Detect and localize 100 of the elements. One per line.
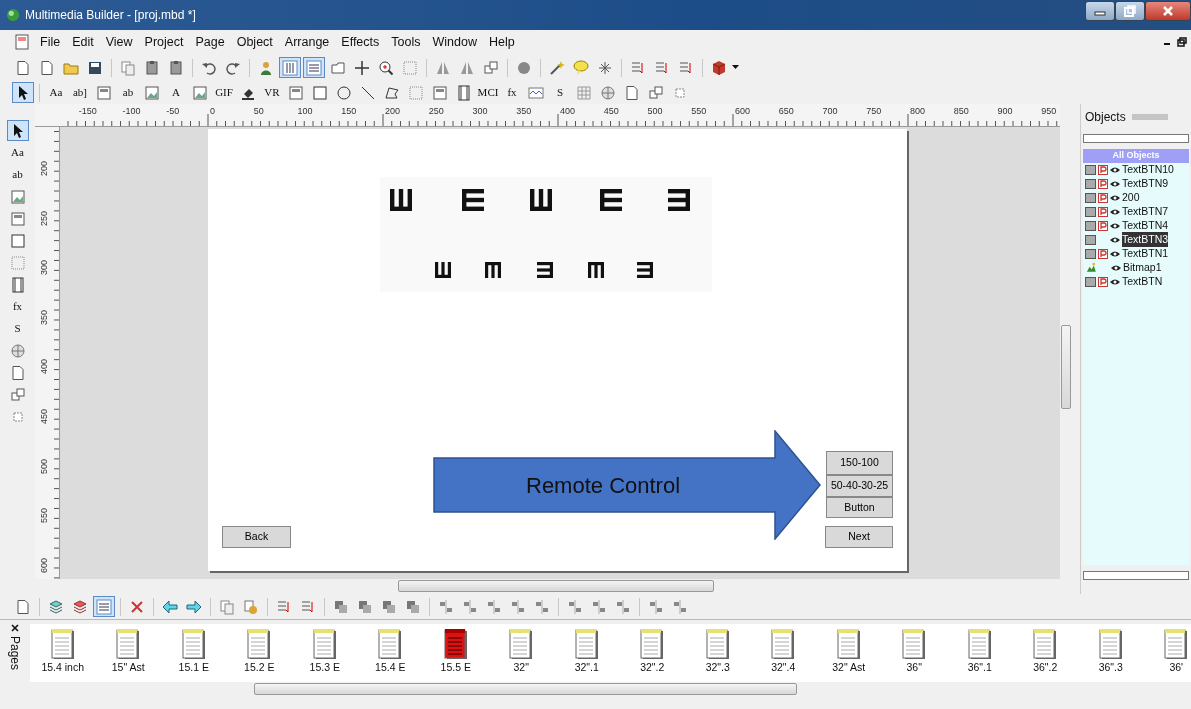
page-label[interactable]: 32" bbox=[513, 660, 529, 676]
caret-icon[interactable] bbox=[732, 65, 739, 70]
page-label[interactable]: 32".3 bbox=[705, 660, 730, 676]
page-label[interactable]: 15.2 E bbox=[244, 660, 275, 676]
notepad-icon[interactable] bbox=[312, 628, 337, 660]
object-name[interactable]: TextBTN4 bbox=[1122, 217, 1169, 234]
object-name[interactable]: TextBTN bbox=[1122, 273, 1163, 290]
object-name[interactable]: TextBTN7 bbox=[1122, 203, 1169, 220]
notepad-icon[interactable] bbox=[574, 628, 599, 660]
menu-item[interactable]: File bbox=[34, 32, 67, 52]
tool-button[interactable]: A bbox=[165, 82, 187, 103]
pointer-icon[interactable] bbox=[12, 82, 34, 103]
notepad-icon[interactable] bbox=[836, 628, 861, 660]
page-label[interactable]: 15.4 E bbox=[375, 660, 406, 676]
tool-button[interactable]: ab] bbox=[69, 82, 91, 103]
tool-button[interactable]: fx bbox=[6, 296, 29, 317]
list-icon[interactable] bbox=[93, 596, 115, 617]
tool-button[interactable]: VR bbox=[261, 82, 283, 103]
menu-item[interactable]: Tools bbox=[385, 32, 427, 52]
minimize-button[interactable] bbox=[1085, 1, 1115, 21]
tool-button[interactable]: fx bbox=[501, 82, 523, 103]
page-label[interactable]: 36" bbox=[906, 660, 922, 676]
restore-button[interactable] bbox=[1115, 1, 1145, 21]
menu-item[interactable]: Arrange bbox=[278, 32, 336, 52]
notepad-icon[interactable] bbox=[378, 628, 403, 660]
object-name[interactable]: TextBTN10 bbox=[1122, 161, 1174, 178]
eye-icon[interactable] bbox=[1111, 263, 1121, 272]
tool-button[interactable]: MCI bbox=[477, 82, 499, 103]
columns-icon[interactable] bbox=[279, 57, 301, 78]
notepad-icon[interactable] bbox=[443, 628, 468, 660]
page-label[interactable]: 36".3 bbox=[1098, 660, 1123, 676]
eye-icon[interactable] bbox=[1110, 165, 1120, 174]
page-label[interactable]: 32".2 bbox=[640, 660, 665, 676]
object-name[interactable]: 200 bbox=[1122, 189, 1140, 206]
page-label[interactable]: 15.4 inch bbox=[41, 660, 85, 676]
object-name[interactable]: TextBTN3 bbox=[1122, 231, 1169, 248]
page-label[interactable]: 32".4 bbox=[771, 660, 796, 676]
page-label[interactable]: 15.5 E bbox=[440, 660, 471, 676]
notepad-icon[interactable] bbox=[902, 628, 927, 660]
menu-item[interactable]: Object bbox=[230, 32, 279, 52]
eye-icon[interactable] bbox=[1110, 221, 1120, 230]
eye-icon[interactable] bbox=[1110, 235, 1120, 244]
notepad-icon[interactable] bbox=[771, 628, 796, 660]
eye-icon[interactable] bbox=[1110, 193, 1120, 202]
eye-icon[interactable] bbox=[1110, 207, 1120, 216]
scroll-thumb[interactable] bbox=[1061, 325, 1071, 409]
scroll-thumb[interactable] bbox=[398, 580, 714, 592]
menu-item[interactable]: Project bbox=[138, 32, 190, 52]
notepad-icon[interactable] bbox=[1164, 628, 1189, 660]
notepad-icon[interactable] bbox=[509, 628, 534, 660]
page-label[interactable]: 32" Ast bbox=[832, 660, 866, 676]
notepad-icon[interactable] bbox=[181, 628, 206, 660]
pointer-icon[interactable] bbox=[6, 120, 29, 141]
eye-icon[interactable] bbox=[1110, 179, 1120, 188]
page-label[interactable]: 15.1 E bbox=[178, 660, 209, 676]
notepad-icon[interactable] bbox=[1033, 628, 1058, 660]
close-button[interactable] bbox=[1145, 1, 1191, 21]
restore-icon[interactable] bbox=[1177, 37, 1187, 47]
tool-button[interactable]: ab bbox=[117, 82, 139, 103]
object-name[interactable]: Bitmap1 bbox=[1123, 259, 1162, 276]
notepad-icon[interactable] bbox=[1098, 628, 1123, 660]
tool-button[interactable]: Aa bbox=[6, 142, 29, 163]
tool-button[interactable]: S bbox=[6, 318, 29, 339]
page-label[interactable]: 36".2 bbox=[1033, 660, 1058, 676]
next-button[interactable]: Next bbox=[825, 526, 893, 548]
object-name[interactable]: TextBTN1 bbox=[1122, 245, 1169, 262]
close-icon[interactable] bbox=[11, 624, 19, 632]
menu-item[interactable]: Effects bbox=[335, 32, 386, 52]
object-name[interactable]: TextBTN9 bbox=[1122, 175, 1169, 192]
scroll-thumb[interactable] bbox=[254, 683, 797, 695]
notepad-icon[interactable] bbox=[247, 628, 272, 660]
menu-item[interactable]: Edit bbox=[66, 32, 100, 52]
menu-item[interactable]: Help bbox=[482, 32, 521, 52]
list-icon[interactable] bbox=[303, 57, 325, 78]
tool-button[interactable]: GIF bbox=[213, 82, 235, 103]
page-label[interactable]: 36".1 bbox=[967, 660, 992, 676]
menu-item[interactable]: Window bbox=[426, 32, 483, 52]
page-label[interactable]: 15" Ast bbox=[111, 660, 145, 676]
canvas-button[interactable]: 50-40-30-25 bbox=[826, 475, 893, 497]
document-menu-icon[interactable] bbox=[14, 34, 30, 50]
menu-item[interactable]: Page bbox=[189, 32, 231, 52]
notepad-icon[interactable] bbox=[967, 628, 992, 660]
tool-button[interactable]: ab bbox=[6, 164, 29, 185]
page-label[interactable]: 36' bbox=[1169, 660, 1184, 676]
notepad-icon[interactable] bbox=[116, 628, 141, 660]
notepad-icon[interactable] bbox=[640, 628, 665, 660]
tool-button[interactable]: Aa bbox=[45, 82, 67, 103]
page-label[interactable]: 15.3 E bbox=[309, 660, 340, 676]
filter-field[interactable] bbox=[1083, 134, 1189, 143]
back-button[interactable]: Back bbox=[222, 526, 291, 548]
notepad-icon[interactable] bbox=[705, 628, 730, 660]
panel-scrollbar[interactable] bbox=[1083, 571, 1189, 580]
canvas-button[interactable]: 150-100 bbox=[826, 451, 893, 475]
canvas-button[interactable]: Button bbox=[826, 497, 893, 518]
eye-icon[interactable] bbox=[1110, 277, 1120, 286]
page-label[interactable]: 32".1 bbox=[574, 660, 599, 676]
notepad-icon[interactable] bbox=[50, 628, 75, 660]
eye-icon[interactable] bbox=[1110, 249, 1120, 258]
tool-button[interactable]: S bbox=[549, 82, 571, 103]
menu-item[interactable]: View bbox=[99, 32, 139, 52]
